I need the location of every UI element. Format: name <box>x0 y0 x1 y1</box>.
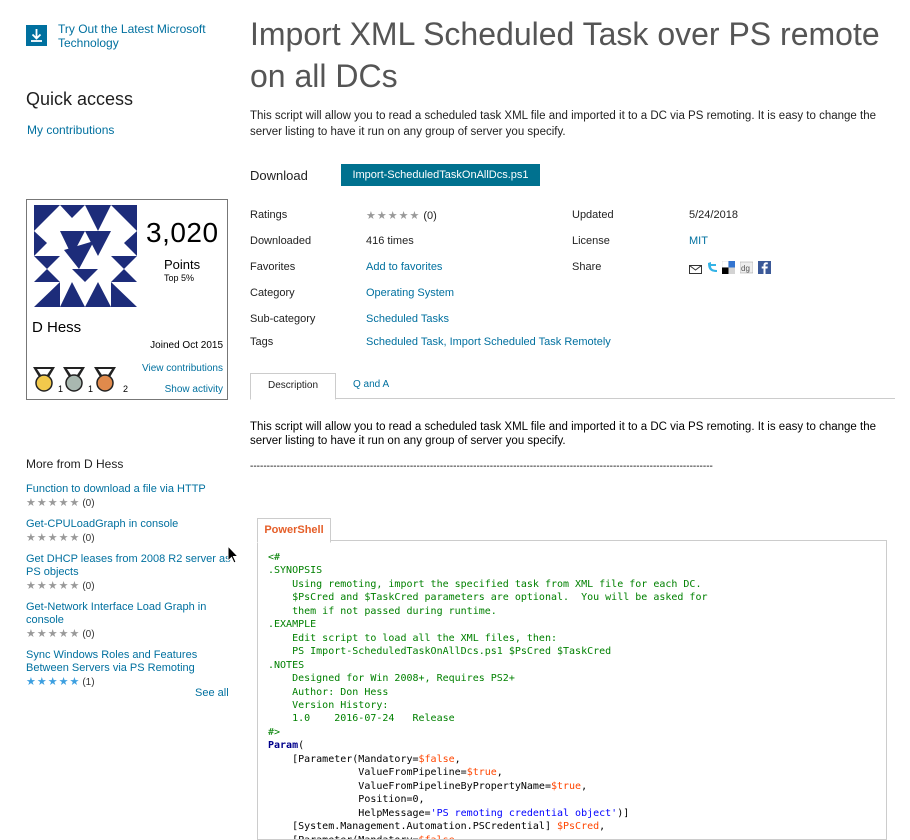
quick-access-title: Quick access <box>26 89 134 109</box>
more-item-link[interactable]: Get-Network Interface Load Graph in cons… <box>26 601 231 627</box>
ratings-label: Ratings <box>250 209 288 221</box>
tags-label: Tags <box>250 336 274 348</box>
more-from-list: Function to download a file via HTTP ★★★… <box>26 483 231 697</box>
code-line: HelpMessage='PS remoting credential obje… <box>268 807 630 819</box>
rating-stars: ★★★★★ (0) <box>26 497 95 509</box>
code-line: .EXAMPLE <box>268 619 317 631</box>
download-icon <box>26 25 47 46</box>
rating-stars: ★★★★★ (0) <box>26 580 95 592</box>
show-activity-link[interactable]: Show activity <box>165 384 223 395</box>
download-button[interactable]: Import-ScheduledTaskOnAllDcs.ps1 <box>341 164 540 186</box>
page-title: Import XML Scheduled Task over PS remote… <box>250 16 880 94</box>
list-item: Get DHCP leases from 2008 R2 server as P… <box>26 553 231 594</box>
code-block: <# .SYNOPSIS Using remoting, import the s… <box>257 540 887 840</box>
rating-stars: ★★★★★ (0) <box>26 628 95 640</box>
page-summary: This script will allow you to read a sch… <box>250 110 876 138</box>
more-item-link[interactable]: Function to download a file via HTTP <box>26 483 231 496</box>
code-line: PS Import-ScheduledTaskOnAllDcs.ps1 $PsC… <box>268 646 612 658</box>
more-item-link[interactable]: Get DHCP leases from 2008 R2 server as P… <box>26 553 231 579</box>
code-line: <# <box>268 552 281 563</box>
ratings-count: (0) <box>423 210 437 222</box>
twitter-icon[interactable] <box>706 261 719 279</box>
email-icon[interactable] <box>689 262 702 280</box>
view-contributions-link[interactable]: View contributions <box>142 363 223 374</box>
code-line: #> <box>268 726 281 738</box>
more-item-link[interactable]: Sync Windows Roles and Features Between … <box>26 649 231 675</box>
ratings-value: ★★★★★ (0) <box>366 209 437 223</box>
points-label: Points <box>164 257 201 272</box>
profile-card: 3,020 Points Top 5% D Hess Joined Oct 20… <box>26 199 228 400</box>
code-language-tab[interactable]: PowerShell <box>257 518 331 543</box>
code-line: $PsCred and $TaskCred parameters are opt… <box>268 592 708 604</box>
mouse-cursor-icon <box>227 544 240 565</box>
list-item: Sync Windows Roles and Features Between … <box>26 649 231 690</box>
favorites-label: Favorites <box>250 261 296 273</box>
tab-description[interactable]: Description <box>250 373 337 400</box>
list-item: Get-Network Interface Load Graph in cons… <box>26 601 231 642</box>
bronze-medal-icon: 2 <box>93 366 129 394</box>
tab-q-and-a[interactable]: Q and A <box>336 373 406 397</box>
svg-text:dg: dg <box>741 264 750 273</box>
code-line: [Parameter(Mandatory=$false, <box>268 753 461 765</box>
code-line: ValueFromPipeline=$true, <box>268 767 503 779</box>
downloaded-label: Downloaded <box>250 235 312 247</box>
my-contributions-link[interactable]: My contributions <box>27 123 114 137</box>
code-line: Using remoting, import the specified tas… <box>268 578 702 590</box>
digg-icon[interactable]: dg <box>739 261 754 279</box>
code-line: ValueFromPipelineByPropertyName=$true, <box>268 780 588 792</box>
separator-line: ----------------------------------------… <box>250 461 713 472</box>
description-text: This script will allow you to read a sch… <box>250 421 876 447</box>
avatar[interactable] <box>34 205 137 307</box>
updated-value: 5/24/2018 <box>689 209 738 221</box>
license-link[interactable]: MIT <box>689 235 708 247</box>
code-line: 1.0 2016-07-24 Release <box>268 713 455 725</box>
code-line: Designed for Win 2008+, Requires PS2+ <box>268 673 515 685</box>
subcategory-link[interactable]: Scheduled Tasks <box>366 313 449 325</box>
top-rank: Top 5% <box>164 273 195 283</box>
downloaded-value: 416 times <box>366 235 414 247</box>
more-item-link[interactable]: Get-CPULoadGraph in console <box>26 518 231 531</box>
delicious-icon[interactable] <box>721 260 735 279</box>
promo-banner[interactable]: Try Out the Latest Microsoft Technology <box>26 22 226 52</box>
content-tabs: Description Q and A <box>250 373 895 400</box>
silver-medal-icon: 1 <box>62 366 93 394</box>
list-item: Function to download a file via HTTP ★★★… <box>26 483 231 511</box>
see-all-link[interactable]: See all <box>195 687 229 699</box>
license-label: License <box>572 235 610 247</box>
updated-label: Updated <box>572 209 614 221</box>
list-item: Get-CPULoadGraph in console ★★★★★ (0) <box>26 518 231 546</box>
code-line: Author: Don Hess <box>268 686 389 698</box>
share-label: Share <box>572 261 602 273</box>
bronze-medal-count: 2 <box>123 384 129 394</box>
medals: 1 1 2 <box>32 366 132 394</box>
code-line: Param( <box>268 740 305 752</box>
add-to-favorites-link[interactable]: Add to favorites <box>366 261 442 273</box>
category-label: Category <box>250 287 295 299</box>
profile-name[interactable]: D Hess <box>32 319 81 336</box>
code-line: .SYNOPSIS <box>268 565 323 577</box>
category-link[interactable]: Operating System <box>366 287 454 299</box>
code-content: <# .SYNOPSIS Using remoting, import the s… <box>258 541 886 839</box>
download-label: Download <box>250 168 308 183</box>
rating-stars: ★★★★★ <box>366 210 421 222</box>
code-line: Version History: <box>268 699 389 711</box>
points-value: 3,020 <box>146 217 219 248</box>
code-line: Edit script to load all the XML files, t… <box>268 632 557 644</box>
rating-stars: ★★★★★ (0) <box>26 532 95 544</box>
tags-links[interactable]: Scheduled Task, Import Scheduled Task Re… <box>366 336 611 348</box>
code-line: them if not passed during runtime. <box>268 605 497 617</box>
code-line: Position=0, <box>268 794 425 806</box>
code-line: .NOTES <box>268 659 305 671</box>
more-from-title: More from D Hess <box>26 457 124 471</box>
facebook-icon[interactable] <box>758 261 771 279</box>
joined-date: Joined Oct 2015 <box>150 340 223 351</box>
code-line: [System.Management.Automation.PSCredenti… <box>268 821 606 833</box>
subcategory-label: Sub-category <box>250 313 316 325</box>
promo-link[interactable]: Try Out the Latest Microsoft Technology <box>58 22 228 50</box>
gold-medal-icon: 1 <box>32 366 63 394</box>
